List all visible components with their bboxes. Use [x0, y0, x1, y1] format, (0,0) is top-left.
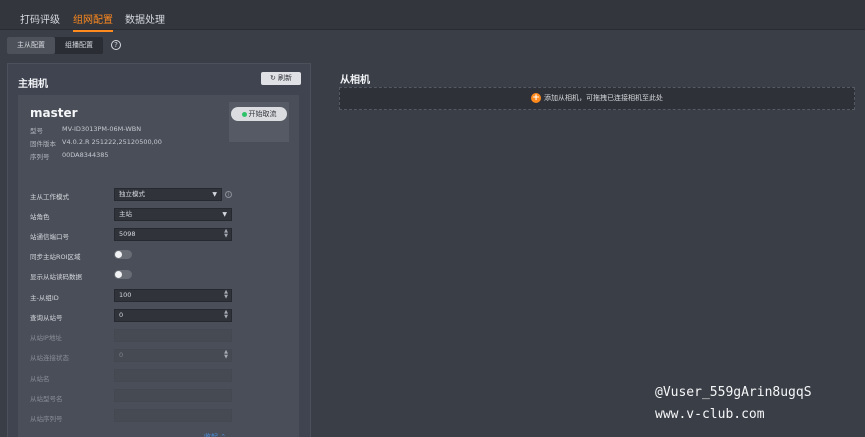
sync-roi-label: 同步主站ROI区域 [30, 253, 81, 261]
spin-arrows-icon[interactable]: ▲ ▼ [224, 229, 228, 239]
port-stepper[interactable]: 5098 ▲ ▼ [114, 228, 232, 241]
mode-value: 独立模式 [119, 190, 145, 198]
toggle-knob [115, 271, 122, 278]
camera-name: master [30, 106, 78, 120]
spin-arrows-icon[interactable]: ▲ ▼ [224, 290, 228, 300]
chevron-down-icon: ▼ [222, 211, 227, 218]
start-stream-label: 开始取流 [248, 110, 277, 118]
firmware-value: V4.0.2.R 251222,25120500,00 [62, 138, 162, 146]
refresh-icon: ↻ [269, 74, 276, 82]
chevron-up-icon: ⌃ [220, 433, 227, 437]
slave-state-field: 0 ▲ ▼ [114, 349, 232, 362]
sync-roi-toggle[interactable] [114, 250, 132, 259]
tab-master-slave-config[interactable]: 主从配置 [7, 37, 55, 54]
slave-model-field [114, 389, 232, 402]
master-panel-title: 主相机 [18, 79, 48, 90]
port-label: 站通信端口号 [30, 233, 69, 241]
watermark-site: www.v-club.com [655, 407, 765, 422]
tab-data-processing[interactable]: 数据处理 [125, 11, 165, 26]
refresh-button[interactable]: ↻ 刷新 [261, 72, 301, 85]
status-dot-icon [241, 111, 247, 117]
query-slave-value: 0 [119, 311, 124, 319]
help-icon[interactable]: ? [111, 40, 121, 50]
tab-multicast-config[interactable]: 组播配置 [55, 37, 103, 54]
serial-value: 00DA8344385 [62, 151, 109, 159]
slave-ip-field [114, 329, 232, 342]
chevron-down-icon: ▼ [212, 191, 217, 198]
slave-serial-label: 从站序列号 [30, 415, 63, 423]
spin-arrows-icon: ▲ ▼ [224, 349, 228, 360]
refresh-label: 刷新 [278, 74, 293, 82]
firmware-label: 固件版本 [30, 140, 56, 148]
mode-select[interactable]: 独立模式 ▼ [114, 188, 222, 201]
query-slave-stepper[interactable]: 0 ▲ ▼ [114, 309, 232, 322]
add-slave-button[interactable]: + 添加从相机，可拖拽已连接相机至此处 [531, 93, 663, 103]
show-slave-label: 显示从站读码数据 [30, 273, 82, 281]
slave-serial-field [114, 409, 232, 422]
collapse-label: 收起 [204, 433, 218, 437]
group-id-stepper[interactable]: 100 ▲ ▼ [114, 289, 232, 302]
slave-name-field [114, 369, 232, 382]
plus-icon: + [531, 93, 541, 103]
start-stream-button[interactable]: 开始取流 [231, 107, 287, 121]
slave-ip-label: 从站IP地址 [30, 334, 62, 342]
info-icon[interactable]: i [225, 191, 232, 198]
toggle-knob [115, 251, 122, 258]
spin-arrows-icon[interactable]: ▲ ▼ [224, 310, 228, 320]
tab-code-grading[interactable]: 打码评级 [20, 11, 60, 26]
mode-label: 主从工作模式 [30, 193, 69, 201]
query-slave-label: 查询从站号 [30, 314, 63, 322]
role-value: 主站 [119, 210, 132, 218]
add-slave-text: 添加从相机，可拖拽已连接相机至此处 [544, 94, 663, 102]
add-slave-dropzone[interactable]: + 添加从相机，可拖拽已连接相机至此处 [339, 87, 855, 110]
top-nav: 打码评级 组网配置 数据处理 [0, 0, 865, 32]
serial-label: 序列号 [30, 153, 50, 161]
role-select[interactable]: 主站 ▼ [114, 208, 232, 221]
collapse-button[interactable]: 收起 ⌃ [204, 432, 226, 437]
slave-state-value: 0 [119, 351, 124, 359]
model-value: MV-ID3013PM-06M-WBN [62, 125, 142, 133]
group-id-value: 100 [119, 291, 132, 299]
group-id-label: 主-从组ID [30, 294, 59, 302]
master-camera-panel: 主相机 ↻ 刷新 master 开始取流 型号 MV-ID3013PM-06M-… [7, 63, 311, 437]
sub-nav: 主从配置 组播配置 [7, 37, 103, 54]
slave-panel-title: 从相机 [340, 75, 370, 86]
role-label: 站角色 [30, 213, 50, 221]
slave-name-label: 从站名 [30, 375, 50, 383]
camera-card: master 开始取流 型号 MV-ID3013PM-06M-WBN 固件版本 … [18, 95, 299, 437]
tab-network-config[interactable]: 组网配置 [73, 11, 113, 32]
watermark-user: @Vuser_559gArin8ugqS [655, 385, 812, 400]
show-slave-toggle[interactable] [114, 270, 132, 279]
model-label: 型号 [30, 127, 43, 135]
slave-model-label: 从站型号名 [30, 395, 63, 403]
port-value: 5098 [119, 230, 136, 238]
slave-state-label: 从站连接状态 [30, 354, 69, 362]
